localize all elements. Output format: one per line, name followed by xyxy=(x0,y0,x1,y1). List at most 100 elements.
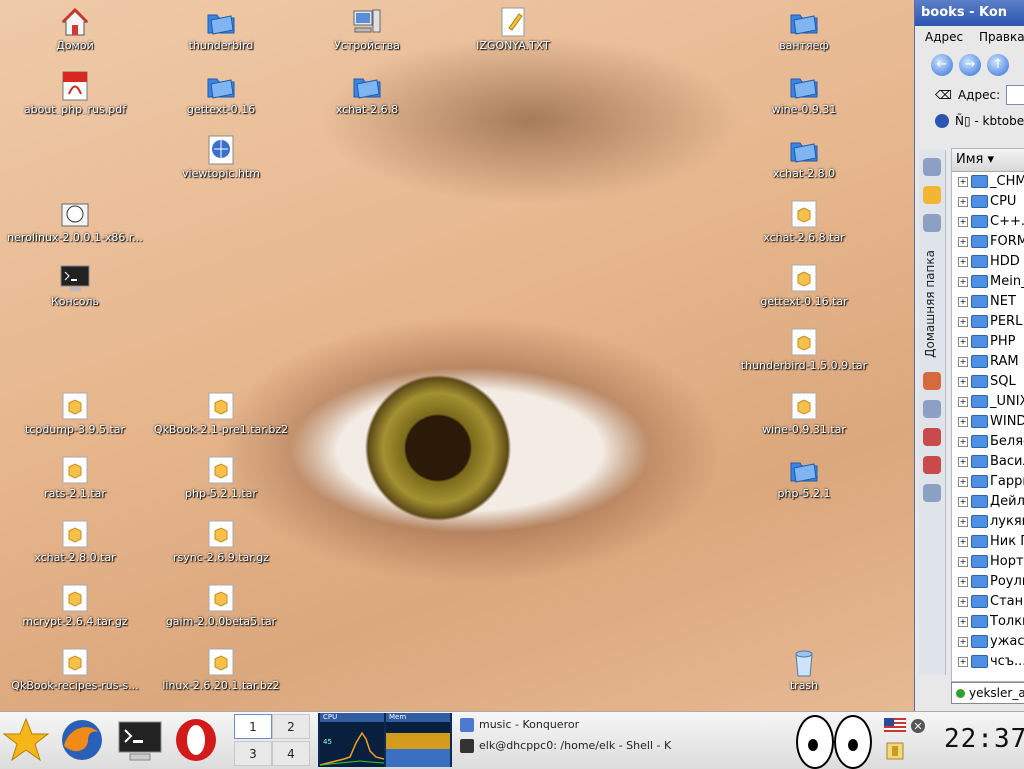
desktop-icon-mcrypt[interactable]: mcrypt-2.6.4.tar.gz xyxy=(5,582,145,628)
expand-icon[interactable]: + xyxy=(958,396,968,407)
folder-row[interactable]: + Гарри xyxy=(952,472,1024,492)
folder-row[interactable]: + ужас xyxy=(952,632,1024,652)
firefox-launcher[interactable] xyxy=(58,716,106,764)
menu-edit[interactable]: Правка xyxy=(979,30,1024,44)
desktop-icon-rats[interactable]: rats-2.1.tar xyxy=(5,454,145,500)
task-konqueror[interactable]: music - Konqueror xyxy=(460,715,760,734)
desktop-icon-xchat-268[interactable]: xchat-2.6.8 xyxy=(297,70,437,116)
folder-row[interactable]: + Нортс xyxy=(952,552,1024,572)
up-button[interactable]: ↑ xyxy=(987,54,1009,76)
folder-row[interactable]: + PERL xyxy=(952,312,1024,332)
folder-row[interactable]: + Mein_ xyxy=(952,272,1024,292)
folder-row[interactable]: + FORM xyxy=(952,232,1024,252)
task-shell[interactable]: elk@dhcppc0: /home/elk - Shell - K xyxy=(460,736,760,755)
expand-icon[interactable]: + xyxy=(958,356,968,367)
media-sidebar-icon[interactable] xyxy=(923,428,941,446)
expand-icon[interactable]: + xyxy=(958,476,968,487)
system-monitor[interactable]: CPU 45 Mem xyxy=(318,713,452,767)
back-button[interactable]: ← xyxy=(931,54,953,76)
desktop-icon-xchat-280[interactable]: xchat-2.8.0 xyxy=(734,134,874,180)
bookmark-item[interactable]: Ñ▯ - kbtobe xyxy=(955,114,1024,128)
expand-icon[interactable]: + xyxy=(958,616,968,627)
folder-row[interactable]: + _CHM xyxy=(952,172,1024,192)
folder-row[interactable]: + Беляе xyxy=(952,432,1024,452)
folder-row[interactable]: + Дейл xyxy=(952,492,1024,512)
desktop-icon-gettext-016[interactable]: gettext-0.16 xyxy=(151,70,291,116)
menu-address[interactable]: Адрес xyxy=(925,30,963,44)
expand-icon[interactable]: + xyxy=(958,236,968,247)
desktop-icon-gaim[interactable]: gaim-2.0.0beta5.tar xyxy=(151,582,291,628)
window-titlebar[interactable]: books - Kon xyxy=(915,0,1024,26)
klipper-icon[interactable] xyxy=(910,718,926,734)
folder-row[interactable]: + SQL xyxy=(952,372,1024,392)
expand-icon[interactable]: + xyxy=(958,216,968,227)
folder-row[interactable]: + Роули xyxy=(952,572,1024,592)
devices-sidebar-icon[interactable] xyxy=(923,484,941,502)
desktop-icon-vantyaef[interactable]: вантяеф xyxy=(734,6,874,52)
folder-row[interactable]: + NET xyxy=(952,292,1024,312)
desktop-icon-php-521-tar[interactable]: php-5.2.1.tar xyxy=(151,454,291,500)
desktop-icon-xchat-268-tar[interactable]: xchat-2.6.8.tar xyxy=(734,198,874,244)
desktop-icon-thunderbird[interactable]: thunderbird xyxy=(151,6,291,52)
expand-icon[interactable]: + xyxy=(958,336,968,347)
desktop-icon-nerolinux[interactable]: nerolinux-2.0.0.1-x86.r... xyxy=(5,198,145,244)
folder-row[interactable]: + HDD xyxy=(952,252,1024,272)
folder-row[interactable]: + Стани xyxy=(952,592,1024,612)
folder-row[interactable]: + CPU xyxy=(952,192,1024,212)
desktop-icon-wine-0931[interactable]: wine-0.9.31 xyxy=(734,70,874,116)
expand-icon[interactable]: + xyxy=(958,576,968,587)
folder-row[interactable]: + RAM xyxy=(952,352,1024,372)
network-sidebar-icon[interactable] xyxy=(923,400,941,418)
folder-row[interactable]: + лукян xyxy=(952,512,1024,532)
desktop-icon-trash[interactable]: trash xyxy=(734,646,874,692)
clock[interactable]: 22:37 xyxy=(944,724,1024,754)
home-sidebar-icon[interactable] xyxy=(923,372,941,390)
expand-icon[interactable]: + xyxy=(958,556,968,567)
history-sidebar-icon[interactable] xyxy=(923,214,941,232)
folder-row[interactable]: + чсъ... xyxy=(952,652,1024,672)
folder-row[interactable]: + Васил xyxy=(952,452,1024,472)
desktop-icon-tcpdump[interactable]: tcpdump-3.9.5.tar xyxy=(5,390,145,436)
keyboard-layout-icon[interactable] xyxy=(886,742,904,760)
expand-icon[interactable]: + xyxy=(958,276,968,287)
address-input[interactable] xyxy=(1006,85,1024,105)
expand-icon[interactable]: + xyxy=(958,416,968,427)
folder-row[interactable]: + Толки xyxy=(952,612,1024,632)
expand-icon[interactable]: + xyxy=(958,316,968,327)
desktop-icon-rsync[interactable]: rsync-2.6.9.tar.gz xyxy=(151,518,291,564)
services-sidebar-icon[interactable] xyxy=(923,456,941,474)
expand-icon[interactable]: + xyxy=(958,436,968,447)
opera-launcher[interactable] xyxy=(172,716,220,764)
folder-row[interactable]: + C++. xyxy=(952,212,1024,232)
desktop-icon-home[interactable]: Домой xyxy=(5,6,145,52)
desktop-icon-qkbook-pre1[interactable]: QkBook-2.1-pre1.tar.bz2 xyxy=(151,390,291,436)
desktop-icon-xchat-280-tar[interactable]: xchat-2.8.0.tar xyxy=(5,518,145,564)
folder-row[interactable]: + _UNIX xyxy=(952,392,1024,412)
clear-location-icon[interactable]: ⌫ xyxy=(935,88,952,102)
pager-desktop-2[interactable]: 2 xyxy=(272,714,310,739)
desktop-icon-console[interactable]: Консоль xyxy=(5,262,145,308)
expand-icon[interactable]: + xyxy=(958,296,968,307)
pager-desktop-4[interactable]: 4 xyxy=(272,741,310,766)
forward-button[interactable]: → xyxy=(959,54,981,76)
desktop-icon-izgonya-txt[interactable]: IZGONYA.TXT xyxy=(443,6,583,52)
desktop-icon-thunderbird-tar[interactable]: thunderbird-1.5.0.9.tar xyxy=(734,326,874,372)
expand-icon[interactable]: + xyxy=(958,596,968,607)
desktop-icon-gettext-tar[interactable]: gettext-0.16.tar xyxy=(734,262,874,308)
expand-icon[interactable]: + xyxy=(958,456,968,467)
expand-icon[interactable]: + xyxy=(958,176,968,187)
folder-row[interactable]: + PHP xyxy=(952,332,1024,352)
expand-icon[interactable]: + xyxy=(958,196,968,207)
expand-icon[interactable]: + xyxy=(958,256,968,267)
expand-icon[interactable]: + xyxy=(958,376,968,387)
bookmarks-sidebar-icon[interactable] xyxy=(923,158,941,176)
desktop-icon-devices[interactable]: Устройства xyxy=(297,6,437,52)
desktop-icon-about-php-pdf[interactable]: about_php_rus.pdf xyxy=(5,70,145,116)
pager-desktop-3[interactable]: 3 xyxy=(234,741,272,766)
desktop-icon-viewtopic[interactable]: viewtopic.htm xyxy=(151,134,291,180)
expand-icon[interactable]: + xyxy=(958,656,968,667)
kmenu-button[interactable] xyxy=(2,716,50,764)
folder-row[interactable]: + Ник П xyxy=(952,532,1024,552)
desktop-icon-wine-tar[interactable]: wine-0.9.31.tar xyxy=(734,390,874,436)
column-header-name[interactable]: Имя ▾ xyxy=(952,149,1024,172)
